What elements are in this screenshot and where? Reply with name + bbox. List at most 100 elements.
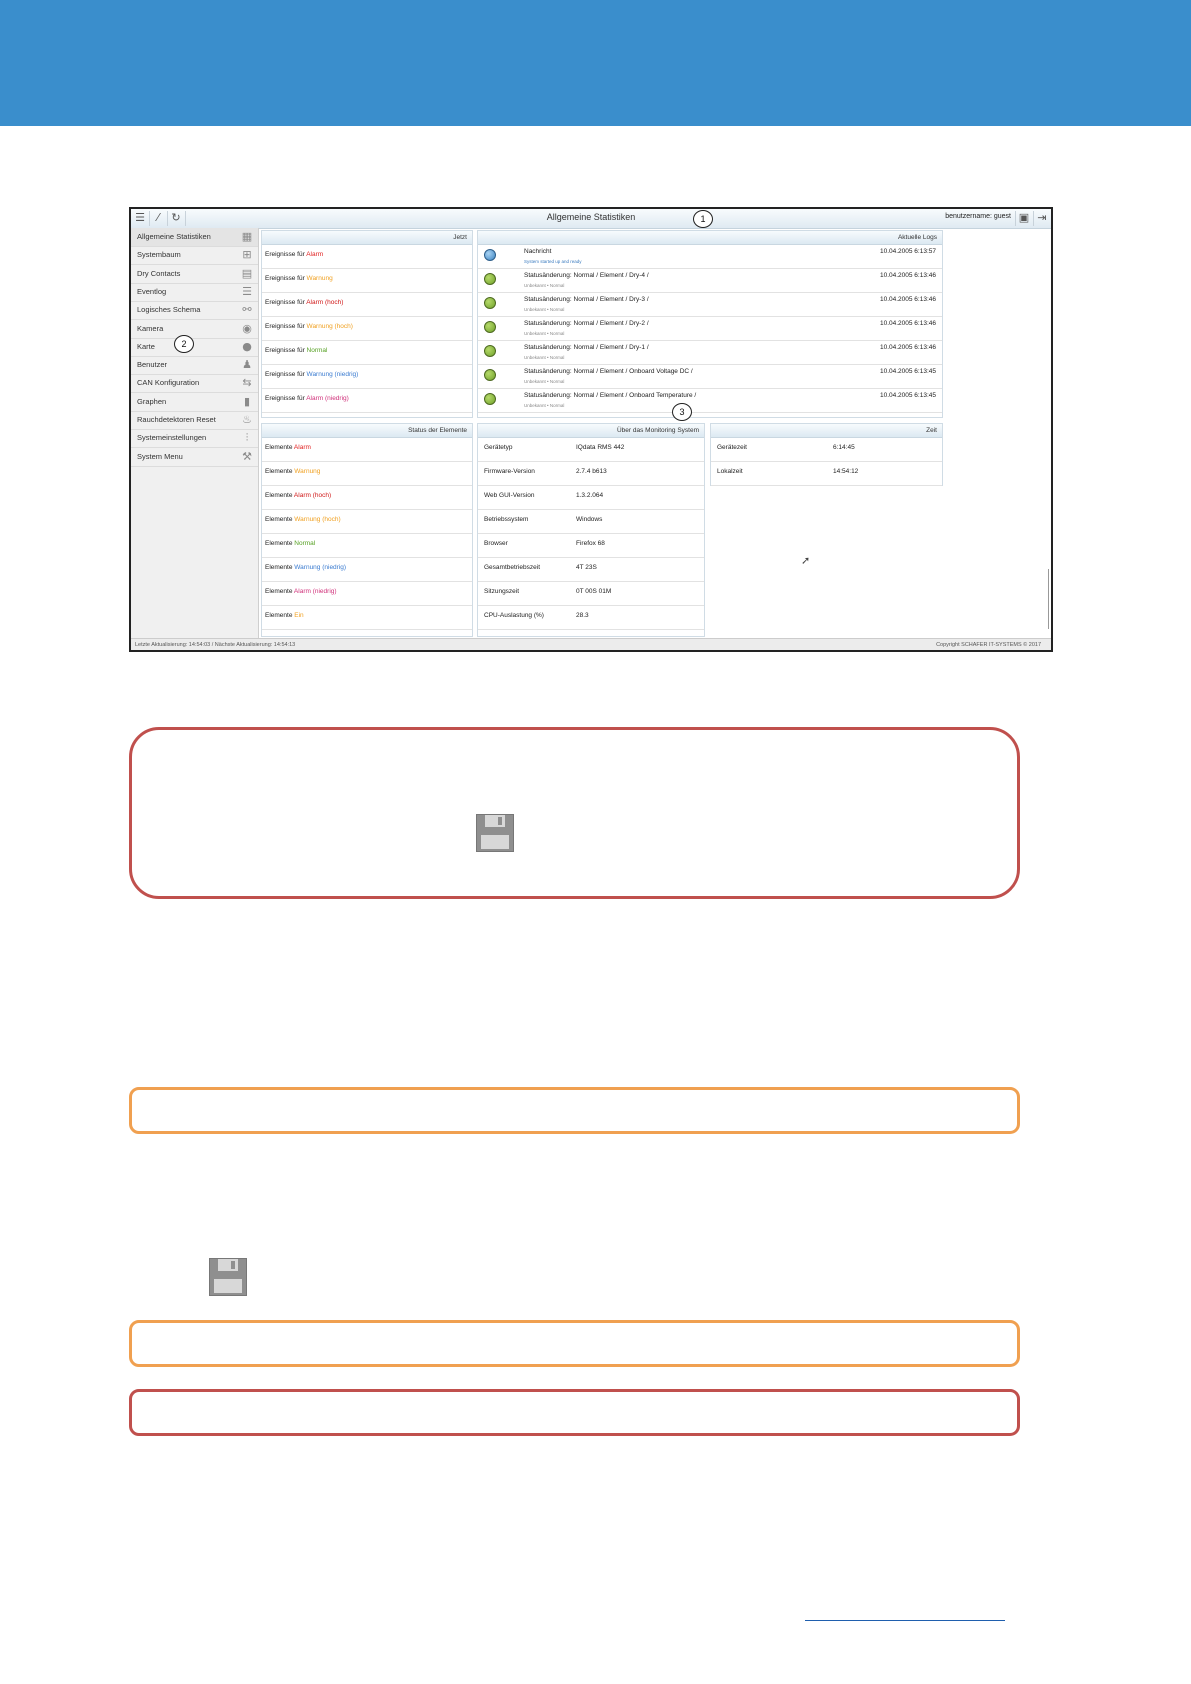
sidebar-item[interactable]: Eventlog ☰ <box>131 283 258 302</box>
wand-icon[interactable]: ⁄ <box>151 211 165 225</box>
row-value: 4T 23S <box>576 564 597 571</box>
callout-marker: 3 <box>672 403 692 421</box>
row-value: 2.7.4 b613 <box>576 468 607 475</box>
panel-zeit: Zeit Gerätezeit 6:14:45 Lokalzeit 14:54:12 <box>710 423 943 486</box>
warning-box-red <box>129 1389 1020 1436</box>
table-row[interactable]: Elemente Normal <box>262 534 472 558</box>
grid-icon: ▦ <box>241 230 253 243</box>
table-row[interactable]: Elemente Alarm (niedrig) <box>262 582 472 606</box>
table-row: Browser Firefox 68 <box>478 534 704 558</box>
username-label: benutzername: guest <box>945 213 1011 220</box>
panel-title: Jetzt <box>262 231 472 245</box>
row-label: Ereignisse für <box>265 275 307 282</box>
table-row[interactable]: Elemente Alarm (hoch) <box>262 486 472 510</box>
log-row[interactable]: Statusänderung: Normal / Element / Onboa… <box>478 365 942 389</box>
sidebar-item[interactable]: Systemeinstellungen ⫶ <box>131 429 258 449</box>
status-dot-icon <box>484 345 496 357</box>
log-message: Statusänderung: Normal / Element / Dry-3… <box>524 296 649 303</box>
table-row: Gesamtbetriebszeit 4T 23S <box>478 558 704 582</box>
sidebar-item[interactable]: Rauchdetektoren Reset ♨ <box>131 411 258 430</box>
table-row[interactable]: Ereignisse für Warnung <box>262 269 472 293</box>
row-label: Elemente <box>265 612 295 619</box>
sidebar-item-label: Logisches Schema <box>137 305 201 315</box>
log-row[interactable]: Statusänderung: Normal / Element / Dry-1… <box>478 341 942 365</box>
sidebar-item[interactable]: Benutzer ♟ <box>131 356 258 376</box>
web-gui-screenshot: ☰ ⁄ ↻ Allgemeine Statistiken benutzernam… <box>129 207 1053 652</box>
copyright-text: Copyright SCHAFER IT-SYSTEMS © 2017 <box>936 642 1041 648</box>
status-word: Alarm <box>293 444 311 451</box>
status-dot-icon <box>484 393 496 405</box>
row-value: 28.3 <box>576 612 589 619</box>
log-message: Nachricht <box>524 248 552 255</box>
sidebar-item[interactable]: Kamera ◉ <box>131 320 258 339</box>
sidebar-item[interactable]: Dry Contacts ▤ <box>131 265 258 284</box>
sidebar-item[interactable]: Logisches Schema ⚯ <box>131 301 258 321</box>
table-row[interactable]: Elemente Alarm <box>262 438 472 462</box>
sidebar-item[interactable]: Systembaum ⊞ <box>131 246 258 266</box>
sidebar-item-label: Dry Contacts <box>137 268 181 278</box>
log-date: 10.04.2005 6:13:46 <box>879 344 936 351</box>
status-dot-icon <box>484 273 496 285</box>
status-dot-icon <box>484 297 496 309</box>
log-date: 10.04.2005 6:13:45 <box>879 368 936 375</box>
log-row[interactable]: Statusänderung: Normal / Element / Onboa… <box>478 389 942 413</box>
bar-chart-icon: ▮ <box>243 394 251 408</box>
status-word: Normal <box>306 347 328 354</box>
row-value: 14:54:12 <box>833 468 859 475</box>
users-icon: ♟ <box>242 358 252 372</box>
table-row[interactable]: Elemente Warnung <box>262 462 472 486</box>
table-row[interactable]: Ereignisse für Alarm <box>262 245 472 269</box>
row-key: Gerätetyp <box>484 444 513 451</box>
sidebar-item[interactable]: System Menu ⚒ <box>131 448 258 467</box>
log-message: Statusänderung: Normal / Element / Onboa… <box>524 392 697 399</box>
row-key: Web GUI-Version <box>484 492 535 499</box>
row-label: Ereignisse für <box>265 251 307 258</box>
save-icon <box>476 814 514 852</box>
table-row[interactable]: Ereignisse für Alarm (niedrig) <box>262 389 472 413</box>
log-subtext: Unbekannt • Normal <box>524 403 565 408</box>
table-row: Sitzungszeit 0T 00S 01M <box>478 582 704 606</box>
log-date: 10.04.2005 6:13:45 <box>879 392 936 399</box>
row-label: Ereignisse für <box>265 371 307 378</box>
save-icon[interactable]: ▣ <box>1017 211 1031 225</box>
sidebar-item[interactable]: Allgemeine Statistiken ▦ <box>131 228 258 247</box>
callout-marker: 1 <box>693 210 713 228</box>
row-label: Elemente <box>265 564 295 571</box>
hyperlink-underline[interactable] <box>805 1620 1005 1621</box>
log-row[interactable]: Statusänderung: Normal / Element / Dry-3… <box>478 293 942 317</box>
sidebar-item-label: Benutzer <box>137 360 168 370</box>
sidebar-item[interactable]: CAN Konfiguration ⇆ <box>131 374 258 394</box>
sliders-icon: ⫶ <box>245 431 249 445</box>
table-row[interactable]: Elemente Warnung (niedrig) <box>262 558 472 582</box>
panel-status-elemente: Status der Elemente Elemente Alarm Elemen… <box>261 423 473 637</box>
log-subtext: Unbekannt • Normal <box>524 331 565 336</box>
log-row[interactable]: Statusänderung: Normal / Element / Dry-2… <box>478 317 942 341</box>
panel-title: Status der Elemente <box>262 424 472 438</box>
table-row[interactable]: Elemente Warnung (hoch) <box>262 510 472 534</box>
panel-jetzt: Jetzt Ereignisse für Alarm Ereignisse für… <box>261 230 473 418</box>
table-row[interactable]: Elemente Aus <box>262 630 472 636</box>
table-row[interactable]: Ereignisse für Warnung (niedrig) <box>262 365 472 389</box>
sidebar-item-label: Allgemeine Statistiken <box>137 232 211 241</box>
log-date: 10.04.2005 6:13:46 <box>879 272 936 279</box>
sidebar-item[interactable]: Karte ● <box>131 338 258 357</box>
table-row[interactable]: Ereignisse für Normal <box>262 341 472 365</box>
row-key: Lokalzeit <box>717 468 743 475</box>
callout-marker: 2 <box>174 335 194 353</box>
log-date: 10.04.2005 6:13:46 <box>879 296 936 303</box>
table-row[interactable]: Ereignisse für Alarm (hoch) <box>262 293 472 317</box>
logout-icon[interactable]: ⇥ <box>1035 211 1049 225</box>
status-word: Alarm (niedrig) <box>293 588 337 595</box>
refresh-icon[interactable]: ↻ <box>169 211 183 225</box>
row-key: Gerätezeit <box>717 444 747 451</box>
table-row[interactable]: Ereignisse für Warnung (hoch) <box>262 317 472 341</box>
log-row[interactable]: Statusänderung: Normal / Element / Dry-4… <box>478 269 942 293</box>
sidebar-item[interactable]: Graphen ▮ <box>131 393 258 412</box>
status-word: Alarm (hoch) <box>293 492 332 499</box>
row-key: Browser <box>484 540 508 547</box>
list-icon: ☰ <box>242 284 252 298</box>
menu-icon[interactable]: ☰ <box>133 211 147 225</box>
table-row[interactable]: Elemente Ein <box>262 606 472 630</box>
warning-box-red <box>129 727 1020 899</box>
log-row[interactable]: Nachricht System started up and ready 10.0… <box>478 245 942 269</box>
